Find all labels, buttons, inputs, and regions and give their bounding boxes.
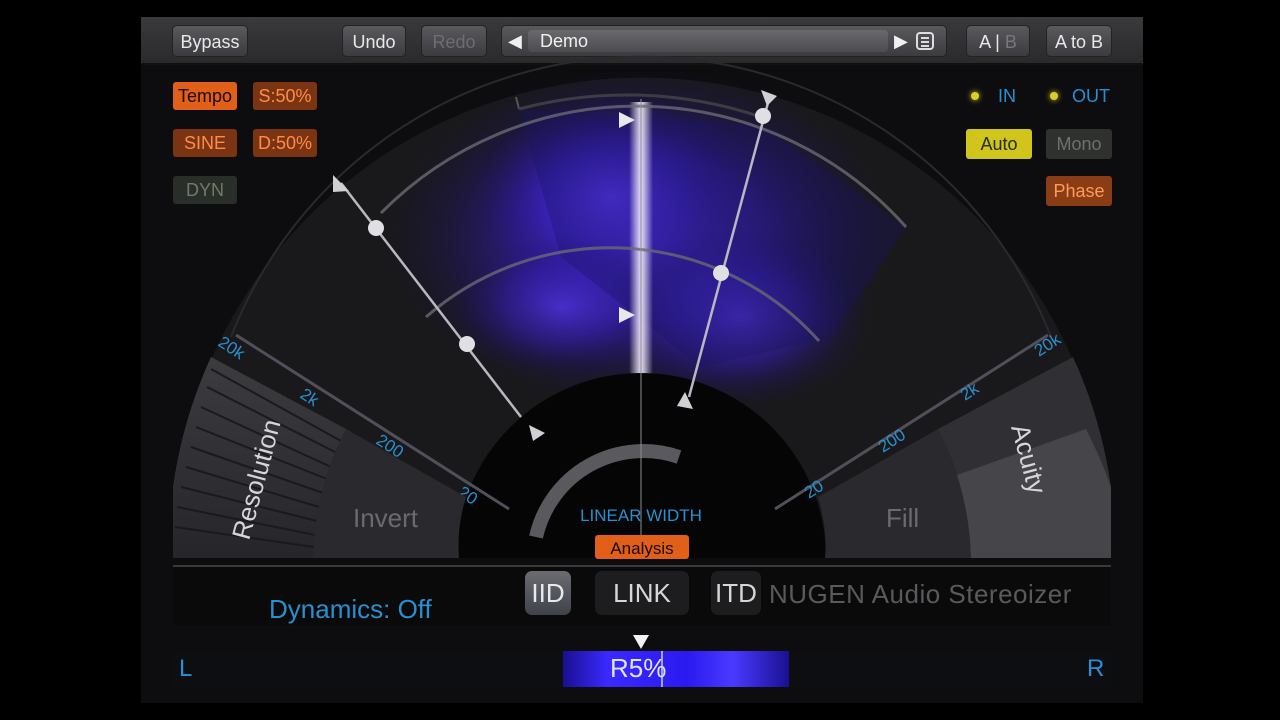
right-upper-handle (755, 108, 771, 124)
balance-meter: L R R5% (173, 651, 1113, 687)
phase-button[interactable]: Phase (1046, 176, 1112, 206)
iid-button[interactable]: IID (525, 571, 571, 615)
link-button[interactable]: LINK (595, 571, 689, 615)
dyn-button[interactable]: DYN (173, 176, 237, 204)
balance-marker-icon (633, 635, 649, 649)
in-label: IN (998, 86, 1016, 106)
dynamics-status[interactable]: Dynamics: Off (269, 594, 432, 625)
depth-button[interactable]: D:50% (253, 129, 317, 157)
left-upper-handle (368, 220, 384, 236)
linear-width-label: LINEAR WIDTH (580, 506, 702, 525)
out-led (1050, 92, 1058, 100)
stereoizer-plugin: Bypass Undo Redo ◀ Demo ▶ A | B A to B 2… (141, 17, 1143, 703)
brand-label: NUGEN Audio Stereoizer (769, 579, 1072, 609)
left-lower-handle (459, 336, 475, 352)
auto-button[interactable]: Auto (966, 129, 1032, 159)
balance-value: R5% (610, 653, 667, 683)
sine-button[interactable]: SINE (173, 129, 237, 157)
balance-meter-fill (563, 651, 789, 687)
right-lower-handle (713, 265, 729, 281)
fill-label[interactable]: Fill (886, 503, 919, 533)
meter-left-label: L (179, 655, 193, 682)
meter-right-label: R (1087, 655, 1105, 682)
in-led (971, 92, 979, 100)
analysis-button[interactable]: Analysis (610, 539, 673, 558)
tempo-button[interactable]: Tempo (173, 82, 237, 110)
sync-button[interactable]: S:50% (253, 82, 317, 110)
mono-button[interactable]: Mono (1046, 129, 1112, 159)
out-label: OUT (1072, 86, 1110, 106)
invert-label[interactable]: Invert (353, 503, 419, 533)
itd-button[interactable]: ITD (711, 571, 761, 615)
